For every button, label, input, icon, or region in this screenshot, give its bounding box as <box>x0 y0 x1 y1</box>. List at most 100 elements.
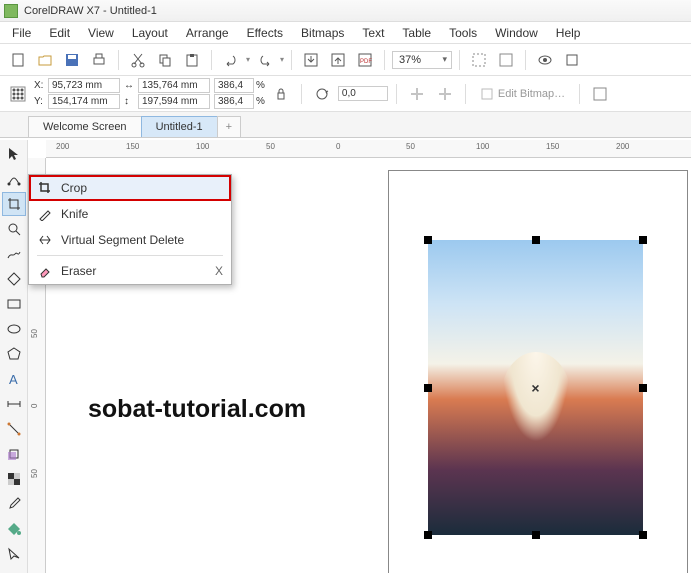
titlebar: CorelDRAW X7 - Untitled-1 <box>0 0 691 22</box>
position-inputs: X: 95,723 mm Y: 154,174 mm <box>34 78 120 109</box>
launch-button[interactable] <box>560 48 584 72</box>
menu-edit[interactable]: Edit <box>41 24 78 42</box>
toolbox: A <box>0 140 28 573</box>
scale-inputs: 386,4 % 386,4 % <box>214 78 265 109</box>
menu-layout[interactable]: Layout <box>124 24 176 42</box>
tab-welcome[interactable]: Welcome Screen <box>28 116 142 137</box>
freehand-tool[interactable] <box>2 242 26 266</box>
redo-button[interactable] <box>253 48 277 72</box>
size-inputs: ↔ 135,764 mm ↕ 197,594 mm <box>124 78 210 109</box>
rotation-icon <box>310 82 334 106</box>
selection-center: × <box>531 380 539 396</box>
trace-button[interactable] <box>588 82 612 106</box>
shape-tool[interactable] <box>2 167 26 191</box>
save-button[interactable] <box>60 48 84 72</box>
width-input[interactable]: 135,764 mm <box>138 78 210 93</box>
outline-tool[interactable] <box>2 542 26 566</box>
print-button[interactable] <box>87 48 111 72</box>
menu-window[interactable]: Window <box>487 24 546 42</box>
preview-button[interactable] <box>533 48 557 72</box>
mirror-v-button[interactable] <box>433 82 457 106</box>
menu-view[interactable]: View <box>80 24 122 42</box>
text-tool[interactable]: A <box>2 367 26 391</box>
copy-button[interactable] <box>153 48 177 72</box>
svg-text:A: A <box>9 372 18 387</box>
scale-y-input[interactable]: 386,4 <box>214 94 254 109</box>
menu-table[interactable]: Table <box>394 24 439 42</box>
menu-text[interactable]: Text <box>354 24 392 42</box>
effects-tool[interactable] <box>2 442 26 466</box>
menu-help[interactable]: Help <box>548 24 589 42</box>
mirror-h-button[interactable] <box>405 82 429 106</box>
publish-pdf-button[interactable]: PDF <box>353 48 377 72</box>
import-button[interactable] <box>299 48 323 72</box>
export-button[interactable] <box>326 48 350 72</box>
height-input[interactable]: 197,594 mm <box>138 94 210 109</box>
fill-tool[interactable] <box>2 517 26 541</box>
width-icon: ↔ <box>124 80 136 91</box>
origin-button[interactable] <box>6 82 30 106</box>
zoom-tool[interactable] <box>2 217 26 241</box>
tab-new[interactable]: + <box>217 116 241 137</box>
menu-item-label: Virtual Segment Delete <box>61 233 184 247</box>
scale-x-input[interactable]: 386,4 <box>214 78 254 93</box>
crop-flyout-menu: Crop Knife Virtual Segment Delete Eraser… <box>28 174 232 285</box>
handle-bm[interactable] <box>532 531 540 539</box>
snap-button[interactable] <box>467 48 491 72</box>
separator <box>465 84 466 104</box>
smart-fill-tool[interactable] <box>2 267 26 291</box>
eraser-icon <box>37 263 53 279</box>
new-button[interactable] <box>6 48 30 72</box>
separator <box>396 84 397 104</box>
menu-item-vsd[interactable]: Virtual Segment Delete <box>29 227 231 253</box>
separator <box>291 50 292 70</box>
crop-tool[interactable] <box>2 192 26 216</box>
menu-item-crop[interactable]: Crop <box>29 175 231 201</box>
menu-bitmaps[interactable]: Bitmaps <box>293 24 352 42</box>
menu-item-eraser[interactable]: Eraser X <box>29 258 231 284</box>
vsd-icon <box>37 232 53 248</box>
tab-untitled[interactable]: Untitled-1 <box>141 116 218 137</box>
handle-ml[interactable] <box>424 384 432 392</box>
selected-image[interactable]: × <box>428 240 643 535</box>
standard-toolbar: ▾ ▾ PDF 37% <box>0 44 691 76</box>
y-label: Y: <box>34 96 46 107</box>
handle-tr[interactable] <box>639 236 647 244</box>
menu-arrange[interactable]: Arrange <box>178 24 237 42</box>
paste-button[interactable] <box>180 48 204 72</box>
ruler-horizontal: 200 150 100 50 0 50 100 150 200 <box>46 140 691 158</box>
polygon-tool[interactable] <box>2 342 26 366</box>
shortcut-label: X <box>215 264 223 278</box>
knife-icon <box>37 206 53 222</box>
eyedropper-tool[interactable] <box>2 492 26 516</box>
menu-effects[interactable]: Effects <box>239 24 291 42</box>
handle-tm[interactable] <box>532 236 540 244</box>
menu-item-knife[interactable]: Knife <box>29 201 231 227</box>
dimension-tool[interactable] <box>2 392 26 416</box>
app-icon <box>4 4 18 18</box>
transparency-tool[interactable] <box>2 467 26 491</box>
separator <box>384 50 385 70</box>
menu-item-label: Crop <box>61 181 87 195</box>
cut-button[interactable] <box>126 48 150 72</box>
options-button[interactable] <box>494 48 518 72</box>
connector-tool[interactable] <box>2 417 26 441</box>
rectangle-tool[interactable] <box>2 292 26 316</box>
ellipse-tool[interactable] <box>2 317 26 341</box>
handle-mr[interactable] <box>639 384 647 392</box>
x-input[interactable]: 95,723 mm <box>48 78 120 93</box>
handle-tl[interactable] <box>424 236 432 244</box>
undo-button[interactable] <box>219 48 243 72</box>
menubar: File Edit View Layout Arrange Effects Bi… <box>0 22 691 44</box>
handle-br[interactable] <box>639 531 647 539</box>
rotation-input[interactable]: 0,0 <box>338 86 388 101</box>
y-input[interactable]: 154,174 mm <box>48 94 120 109</box>
zoom-combo[interactable]: 37% <box>392 51 452 69</box>
pick-tool[interactable] <box>2 142 26 166</box>
menu-file[interactable]: File <box>4 24 39 42</box>
menu-tools[interactable]: Tools <box>441 24 485 42</box>
open-button[interactable] <box>33 48 57 72</box>
handle-bl[interactable] <box>424 531 432 539</box>
edit-bitmap-button[interactable]: Edit Bitmap… <box>474 82 571 106</box>
lock-ratio-button[interactable] <box>269 82 293 106</box>
